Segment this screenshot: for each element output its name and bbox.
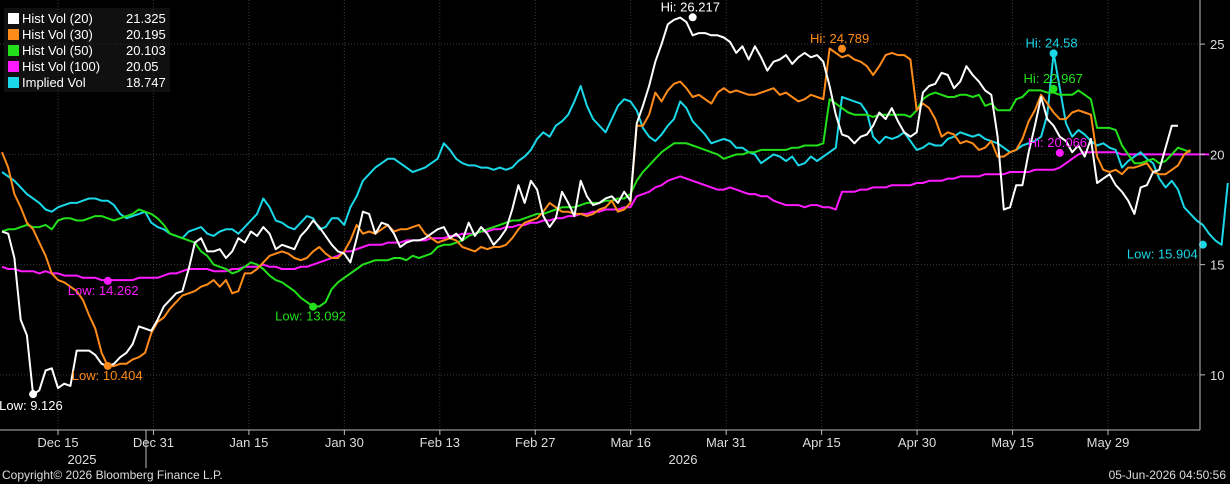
annotation-label: Low: 15.904: [1127, 247, 1198, 262]
legend: Hist Vol (20) 21.325 Hist Vol (30) 20.19…: [4, 8, 170, 92]
legend-swatch: [8, 76, 19, 88]
x-tick-label: Feb 27: [515, 435, 555, 450]
series-line-hist-vol-20: [1, 16, 1178, 396]
y-tick-label: 10: [1210, 368, 1224, 383]
legend-item: Hist Vol (100) 20.05: [8, 58, 166, 74]
legend-item: Implied Vol 18.747: [8, 74, 166, 90]
copyright-text: Copyright© 2026 Bloomberg Finance L.P.: [2, 468, 223, 482]
x-tick-label: Dec 31: [133, 435, 174, 450]
legend-label: Hist Vol (100): [22, 58, 101, 74]
y-tick-label: 15: [1210, 258, 1224, 273]
annotation-label: Hi: 24.58: [1026, 35, 1078, 50]
legend-swatch: [8, 60, 19, 72]
x-tick-label: Apr 15: [802, 435, 840, 450]
annotation-label: Hi: 24.789: [810, 31, 869, 46]
legend-label: Hist Vol (30): [22, 26, 93, 42]
annotation-label: Hi: 26.217: [661, 0, 720, 14]
x-tick-label: Apr 30: [898, 435, 936, 450]
x-tick-label: Jan 30: [325, 435, 364, 450]
annotation-label: Low: 13.092: [275, 309, 346, 324]
legend-value: 20.195: [126, 26, 166, 42]
chart-canvas: Low: 9.126 Low: 10.404 Low: 14.262 Low: 13.…: [0, 0, 1229, 468]
series-line-hist-vol-100: [1, 151, 1210, 282]
x-tick-label: Jan 15: [229, 435, 268, 450]
x-tick-label: Mar 16: [610, 435, 650, 450]
annotation-marker: [1049, 84, 1058, 93]
legend-value: 20.103: [126, 42, 166, 58]
x-tick-label: Dec 15: [37, 435, 78, 450]
legend-value: 18.747: [126, 74, 166, 90]
grid: [0, 0, 1200, 430]
annotation-label: Low: 10.404: [72, 368, 143, 383]
annotation-label: Hi: 20.066: [1028, 135, 1087, 150]
annotation-marker: [1055, 148, 1064, 157]
annotation-marker: [29, 390, 38, 399]
annotation-layer: Low: 9.126 Low: 10.404 Low: 14.262 Low: 13.…: [0, 0, 1207, 413]
year-label: 2026: [669, 452, 698, 467]
annotation-label: Hi: 22.967: [1024, 71, 1083, 86]
legend-item: Hist Vol (20) 21.325: [8, 10, 166, 26]
legend-swatch: [8, 28, 19, 40]
legend-item: Hist Vol (30) 20.195: [8, 26, 166, 42]
annotation-marker: [688, 13, 697, 22]
x-tick-label: Mar 31: [706, 435, 746, 450]
y-tick-label: 20: [1210, 147, 1224, 162]
annotation-label: Low: 9.126: [0, 398, 63, 413]
x-tick-label: May 29: [1087, 435, 1130, 450]
legend-item: Hist Vol (50) 20.103: [8, 42, 166, 58]
legend-swatch: [8, 12, 19, 24]
year-label: 2025: [68, 452, 97, 467]
legend-swatch: [8, 44, 19, 56]
x-tick-label: Feb 13: [420, 435, 460, 450]
legend-value: 20.05: [126, 58, 159, 74]
legend-value: 21.325: [126, 10, 166, 26]
annotation-marker: [1049, 49, 1058, 58]
annotation-label: Low: 14.262: [68, 283, 139, 298]
y-tick-label: 25: [1210, 37, 1224, 52]
legend-label: Hist Vol (50): [22, 42, 93, 58]
legend-label: Hist Vol (20): [22, 10, 93, 26]
annotation-marker: [838, 44, 846, 53]
x-tick-label: May 15: [991, 435, 1034, 450]
legend-label: Implied Vol: [22, 74, 86, 90]
timestamp-text: 05-Jun-2026 04:50:56: [1108, 468, 1226, 482]
